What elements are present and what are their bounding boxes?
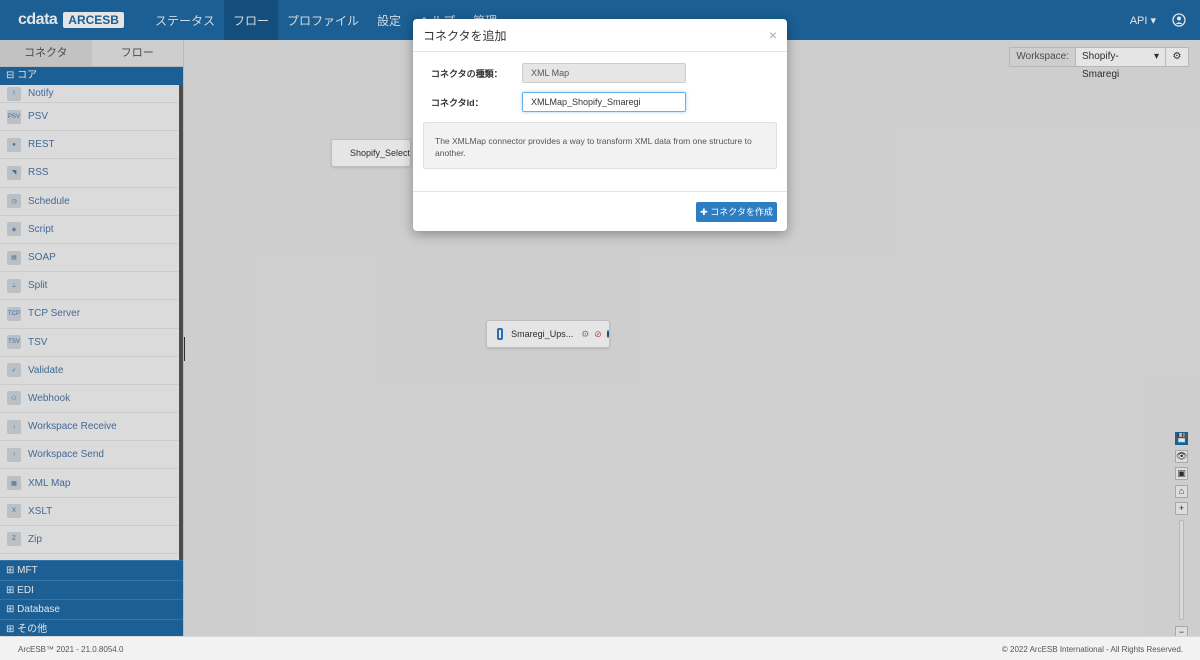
- dialog-footer: ✚ コネクタを作成: [413, 191, 787, 231]
- connector-type-row: コネクタの種類：: [431, 63, 686, 83]
- dialog-header: コネクタを追加 ×: [413, 19, 787, 52]
- copyright-text: © 2022 ArcESB International - All Rights…: [1001, 645, 1183, 654]
- version-text: ArcESB™ 2021 - 21.0.8054.0: [18, 645, 124, 654]
- connector-id-row: コネクタId：: [431, 92, 686, 112]
- dialog-title: コネクタを追加: [423, 28, 507, 43]
- create-connector-button[interactable]: ✚ コネクタを作成: [696, 202, 777, 222]
- connector-type-field: [522, 63, 686, 83]
- connector-description: The XMLMap connector provides a way to t…: [423, 122, 777, 169]
- connector-type-label: コネクタの種類：: [431, 68, 503, 79]
- connector-id-input[interactable]: [522, 92, 686, 112]
- page-footer: ArcESB™ 2021 - 21.0.8054.0 © 2022 ArcESB…: [0, 636, 1200, 660]
- add-connector-dialog: コネクタを追加 × コネクタの種類： コネクタId： The XMLMap co…: [413, 19, 787, 231]
- connector-id-label: コネクタId：: [431, 97, 484, 108]
- close-icon[interactable]: ×: [769, 27, 777, 43]
